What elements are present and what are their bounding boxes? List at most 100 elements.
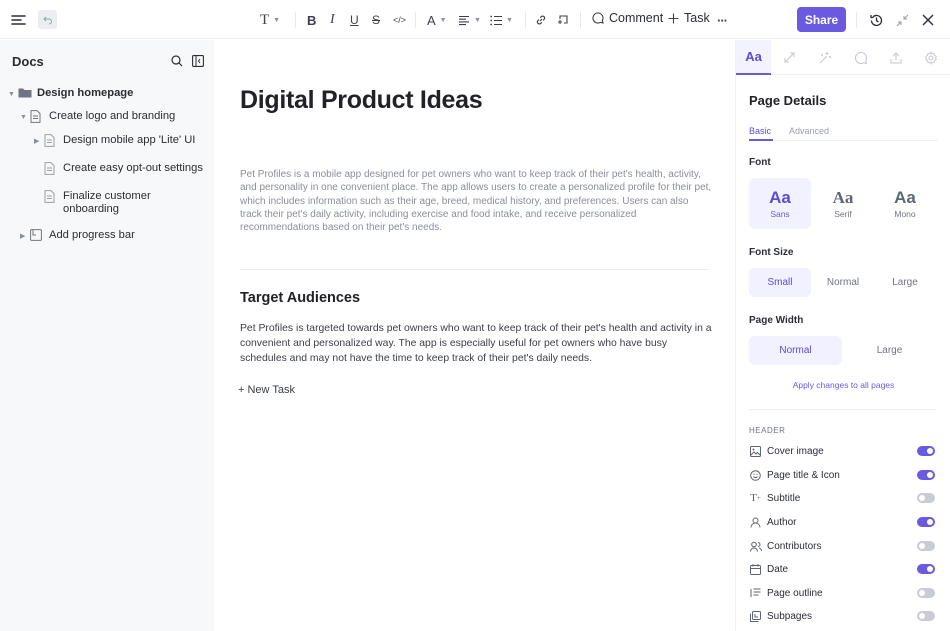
subtab-active-indicator	[749, 139, 773, 141]
tree-item-create-opt-out[interactable]: Create easy opt-out settings	[34, 162, 203, 175]
tab-relationships[interactable]	[772, 40, 807, 75]
font-size-large[interactable]: Large	[874, 268, 936, 297]
link-button[interactable]	[535, 10, 547, 30]
toggle-row-author: Author	[749, 514, 935, 530]
page-outline-toggle[interactable]	[917, 588, 935, 598]
calendar-icon	[749, 563, 762, 576]
subpages-icon	[749, 610, 762, 623]
italic-button[interactable]: I	[330, 10, 335, 30]
chevron-right-icon[interactable]: ▶	[34, 135, 44, 148]
panel-tabs: Aa	[736, 40, 950, 75]
tree-item-design-mobile-app[interactable]: ▶ Design mobile app 'Lite' UI	[34, 134, 195, 148]
subtab-advanced[interactable]: Advanced	[789, 126, 829, 136]
add-task-button[interactable]: Task	[668, 11, 710, 25]
text-style-icon: T	[260, 11, 270, 28]
task-label: Task	[684, 11, 710, 25]
toggle-row-page-title: Page title & Icon	[749, 467, 935, 483]
toggle-label: Page title & Icon	[767, 469, 840, 481]
users-icon	[749, 540, 762, 553]
tree-item-finalize-onboarding[interactable]: Finalize customer onboarding	[34, 190, 163, 216]
comment-icon	[854, 51, 867, 64]
tree-item-label: Design homepage	[37, 87, 134, 99]
undo-button[interactable]	[38, 10, 57, 29]
list-icon	[490, 15, 502, 25]
tab-export[interactable]	[878, 40, 913, 75]
page-width-normal[interactable]: Normal	[749, 336, 842, 365]
font-option-serif[interactable]: Aa Serif	[812, 178, 874, 229]
font-size-label: Font Size	[749, 247, 794, 258]
font-option-sans[interactable]: Aa Sans	[749, 178, 811, 229]
subtab-basic[interactable]: Basic	[749, 126, 771, 136]
code-icon: </>	[393, 15, 407, 25]
share-button[interactable]: Share	[797, 7, 846, 32]
align-dropdown[interactable]: ▼	[458, 10, 481, 30]
font-option-mono[interactable]: Aa Mono	[874, 178, 936, 229]
close-button[interactable]	[922, 10, 934, 30]
chevron-down-icon: ▼	[273, 16, 281, 24]
section-paragraph[interactable]: Pet Profiles is targeted towards pet own…	[240, 321, 712, 367]
cover-image-toggle[interactable]	[917, 446, 935, 456]
contributors-toggle[interactable]	[917, 541, 935, 551]
tab-typography[interactable]: Aa	[736, 40, 771, 75]
page-title-toggle[interactable]	[917, 470, 935, 480]
tree-item-label: Add progress bar	[49, 229, 135, 241]
top-toolbar: T ▼ B I U S </> A ▼ ▼ ▼ Comment Task ··· S…	[0, 0, 950, 39]
tree-item-design-homepage[interactable]: ▼ Design homepage	[8, 87, 133, 101]
toolbar-divider	[856, 12, 857, 28]
section-heading[interactable]: Target Audiences	[240, 290, 360, 306]
font-sans-label: Sans	[770, 209, 790, 219]
toolbar-divider	[580, 12, 581, 28]
date-toggle[interactable]	[917, 564, 935, 574]
smiley-icon	[749, 469, 762, 482]
more-options-button[interactable]: ···	[717, 10, 728, 30]
doc-icon	[44, 134, 58, 147]
font-size-normal[interactable]: Normal	[812, 268, 874, 297]
font-serif-glyph: Aa	[832, 188, 854, 207]
magic-wand-icon	[819, 51, 831, 63]
new-task-button[interactable]: + New Task	[238, 384, 295, 396]
menu-icon[interactable]	[11, 10, 26, 30]
text-color-dropdown[interactable]: A ▼	[427, 10, 447, 30]
strikethrough-button[interactable]: S	[372, 10, 380, 30]
document-editor[interactable]: Digital Product Ideas Pet Profiles is a …	[214, 40, 735, 631]
chevron-right-icon[interactable]: ▶	[20, 230, 30, 243]
tab-comments[interactable]	[843, 40, 878, 75]
toggle-label: Date	[767, 563, 789, 575]
sidebar-collapse-button[interactable]	[192, 54, 204, 72]
tree-item-label: Create easy opt-out settings	[63, 162, 203, 174]
subpages-toggle[interactable]	[917, 611, 935, 621]
doc-icon	[44, 190, 58, 203]
author-toggle[interactable]	[917, 517, 935, 527]
list-dropdown[interactable]: ▼	[490, 10, 513, 30]
history-button[interactable]	[869, 10, 884, 30]
undo-icon	[42, 16, 52, 24]
docs-sidebar: Docs ▼ Design homepage ▼ Create logo and…	[0, 40, 214, 631]
doc-intro-paragraph[interactable]: Pet Profiles is a mobile app designed fo…	[240, 168, 712, 234]
collapse-button[interactable]	[896, 10, 909, 30]
divider	[749, 409, 937, 410]
chevron-down-icon: ▼	[506, 16, 513, 24]
comment-button[interactable]: Comment	[592, 11, 663, 25]
tree-item-create-logo[interactable]: ▼ Create logo and branding	[20, 110, 175, 124]
page-width-large[interactable]: Large	[843, 336, 936, 365]
chevron-down-icon[interactable]: ▼	[8, 88, 18, 101]
underline-button[interactable]: U	[350, 10, 359, 30]
bold-button[interactable]: B	[307, 10, 316, 30]
doc-title[interactable]: Digital Product Ideas	[240, 86, 483, 115]
subtitle-toggle[interactable]	[917, 493, 935, 503]
embed-button[interactable]	[557, 10, 569, 30]
tab-settings[interactable]	[913, 40, 948, 75]
apply-to-all-pages-link[interactable]: Apply changes to all pages	[749, 380, 938, 390]
collapse-arrows-icon	[896, 14, 909, 26]
doc-icon	[30, 110, 44, 123]
underline-icon: U	[350, 13, 359, 27]
tree-item-add-progress-bar[interactable]: ▶ Add progress bar	[20, 229, 135, 243]
sidebar-search-button[interactable]	[171, 54, 183, 72]
code-button[interactable]: </>	[393, 10, 406, 30]
tab-ai[interactable]	[807, 40, 842, 75]
doc-icon	[44, 162, 58, 175]
font-size-small[interactable]: Small	[749, 268, 811, 297]
chevron-down-icon[interactable]: ▼	[20, 111, 30, 124]
sidebar-collapse-icon	[192, 55, 204, 67]
text-style-dropdown[interactable]: T ▼	[260, 10, 280, 30]
